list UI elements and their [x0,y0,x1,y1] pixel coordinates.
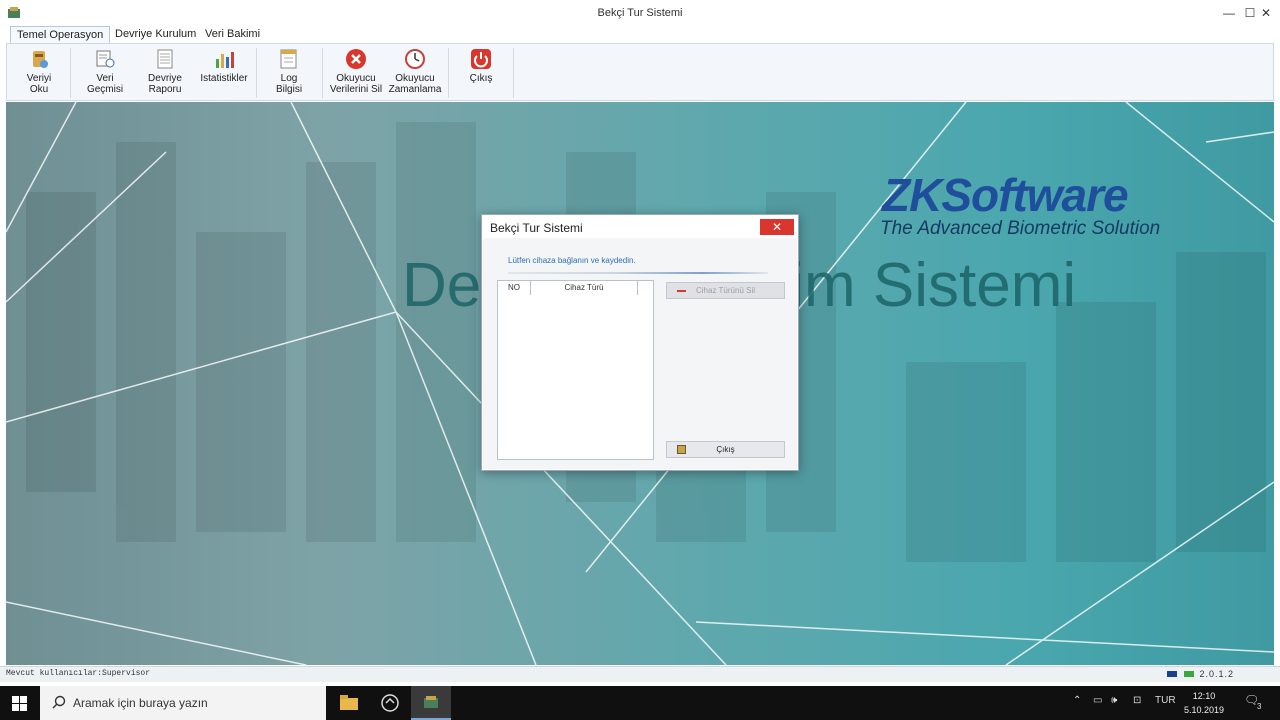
volume-icon[interactable]: 🕪 [1111,695,1117,706]
clock-time: 12:10 [1192,691,1216,701]
patrol-report-label-1: Devriye [148,73,182,84]
read-data-label-2: Oku [29,84,49,95]
delete-device-type-button[interactable]: Cihaz Türünü Sil [666,282,785,299]
column-header-device-type[interactable]: Cihaz Türü [531,281,638,295]
log-info-label-1: Log [280,73,298,84]
ribbon-separator [513,48,514,98]
data-history-button[interactable]: Veri Geçmisi [85,48,125,95]
reader-time-button[interactable]: Okuyucu Zamanlama [388,48,442,95]
tab-veri-bakimi[interactable]: Veri Bakimi [199,26,266,44]
close-window-button[interactable]: ✕ [1252,0,1280,26]
tray-chevron-icon[interactable]: ⌃ [1073,695,1081,706]
status-bar: Mevcut kullanıcılar:Supervisor 2.0.1.2 [0,666,1280,682]
version-label: 2.0.1.2 [1199,669,1234,679]
power-icon [471,49,491,69]
search-icon [52,695,66,709]
notification-count: 3 [1257,702,1262,711]
dialog-close-button[interactable]: ✕ [760,219,794,235]
battery-icon[interactable]: ▭ [1093,695,1102,706]
report-icon [157,49,173,69]
file-explorer-taskbar-item[interactable] [329,686,369,720]
dialog-message: Lütfen cihaza bağlanın ve kaydedin. [508,256,636,265]
minus-icon [677,290,686,292]
log-info-label-2: Bilgisi [275,84,303,95]
column-header-no[interactable]: NO [498,281,531,295]
read-data-label-1: Veriyi [26,73,52,84]
taskbar-search[interactable]: Aramak için buraya yazın [40,686,326,720]
ribbon-separator [322,48,323,98]
statistics-label: Istatistikler [200,73,248,84]
tab-temel-operasyon[interactable]: Temel Operasyon [10,26,111,44]
device-type-table[interactable]: NO Cihaz Türü [497,280,654,460]
data-history-label-2: Geçmisi [86,84,124,95]
exit-button[interactable]: Çıkış [464,48,498,84]
clock[interactable]: 12:10 5.10.2019 [1184,689,1224,717]
exit-label: Çıkış [469,73,493,84]
patrol-report-label-2: Raporu [148,84,182,95]
delete-reader-data-button[interactable]: Okuyucu Verilerini Sil [329,48,383,95]
zksoftware-logo: ZKSoftware [882,169,1129,221]
delete-device-type-label: Cihaz Türünü Sil [696,286,755,295]
windows-start-icon[interactable] [12,696,27,711]
network-icon[interactable]: ⊡ [1133,695,1141,706]
status-indicator-icon [1167,671,1177,677]
reader-time-label-1: Okuyucu [395,73,435,84]
data-history-label-1: Veri [96,73,114,84]
ribbon-toolbar: Veriyi Oku Veri Geçmisi Devriye Raporu I… [6,43,1274,101]
current-user-status: Mevcut kullanıcılar:Supervisor [6,669,151,678]
ribbon-separator [70,48,71,98]
history-icon [96,50,115,68]
logo-tagline: The Advanced Biometric Solution [880,218,1161,239]
search-placeholder: Aramak için buraya yazın [73,696,208,710]
patrol-app-taskbar-item[interactable] [411,686,451,720]
database-read-icon [33,51,48,68]
ribbon-separator [256,48,257,98]
delete-reader-label-1: Okuyucu [336,73,376,84]
window-title: Bekçi Tur Sistemi [597,7,683,19]
dialog-title: Bekçi Tur Sistemi [490,221,583,235]
circle-app-icon [381,694,399,712]
taskbar: Aramak için buraya yazın ⌃ ▭ 🕪 ⊡ TUR 12:… [0,686,1280,720]
dialog-exit-label: Çıkış [716,445,735,454]
message-underline [508,272,768,274]
dialog-exit-button[interactable]: Çıkış [666,441,785,458]
language-indicator[interactable]: TUR [1155,695,1176,706]
device-dialog: Bekçi Tur Sistemi ✕ Lütfen cihaza bağlan… [481,214,799,471]
patrol-report-button[interactable]: Devriye Raporu [145,48,185,95]
ribbon-separator [448,48,449,98]
delete-reader-label-2: Verilerini Sil [329,84,383,95]
read-data-button[interactable]: Veriyi Oku [21,48,57,95]
clock-date: 5.10.2019 [1184,705,1225,715]
dialog-body: Lütfen cihaza bağlanın ve kaydedin. NO C… [483,238,797,469]
clock-icon [405,49,425,69]
exit-door-icon [677,445,686,454]
folder-icon [340,695,358,710]
delete-icon [346,49,366,69]
reader-time-label-2: Zamanlama [388,84,442,95]
tab-devriye-kurulum[interactable]: Devriye Kurulum [109,26,202,44]
media-app-taskbar-item[interactable] [370,686,410,720]
title-bar: Bekçi Tur Sistemi — ☐ ✕ [0,0,1280,26]
log-info-button[interactable]: Log Bilgisi [271,48,307,95]
log-icon [280,49,297,69]
bar-chart-icon [216,52,234,68]
patrol-app-icon [424,696,438,708]
statistics-button[interactable]: Istatistikler [199,48,249,84]
status-indicator-icon [1184,671,1194,677]
